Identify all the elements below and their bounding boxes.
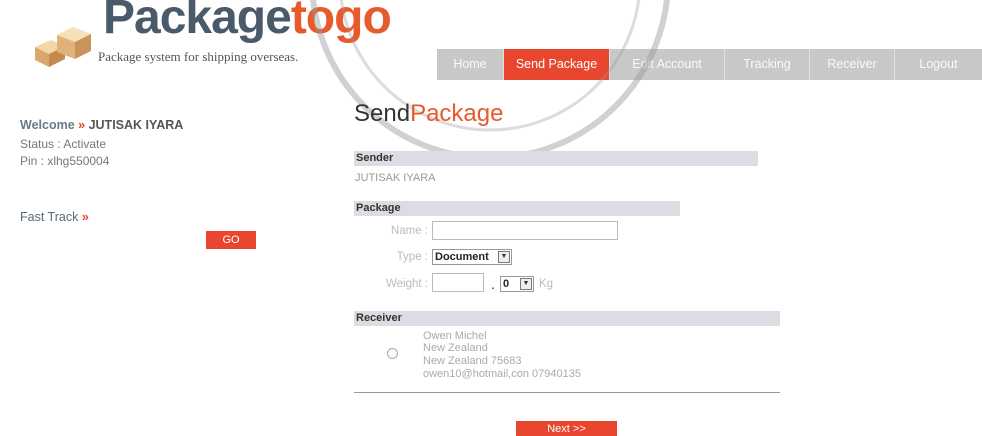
account-status: Status : Activate: [20, 137, 107, 151]
package-name-input[interactable]: [432, 221, 618, 240]
divider: [354, 392, 780, 393]
site-logo[interactable]: Packagetogo: [103, 0, 392, 44]
site-header: Packagetogo Package system for shipping …: [0, 0, 982, 92]
logo-text-main: Package: [103, 0, 292, 44]
weight-label: Weight :: [386, 278, 428, 290]
nav-tracking[interactable]: Tracking: [725, 49, 810, 80]
next-button[interactable]: Next >>: [516, 421, 617, 436]
logo-text-accent: togo: [290, 0, 392, 44]
chevron-down-icon[interactable]: ▼: [520, 278, 532, 290]
package-type-label: Type :: [396, 251, 428, 263]
receiver-section-heading: Receiver: [354, 311, 780, 326]
weight-unit: Kg: [539, 278, 554, 290]
receiver-contact: owen10@hotmail,con 07940135: [423, 368, 581, 380]
package-type-select[interactable]: Document ▼: [432, 249, 512, 265]
arrow-icon: »: [78, 118, 86, 132]
sender-section-heading: Sender: [354, 151, 758, 166]
package-section-heading: Package: [354, 201, 680, 216]
chevron-down-icon[interactable]: ▼: [498, 251, 510, 263]
sender-name: JUTISAK IYARA: [355, 172, 436, 184]
receiver-name: Owen Michel: [423, 330, 487, 342]
site-tagline: Package system for shipping overseas.: [98, 49, 299, 64]
package-type-value: Document: [435, 251, 489, 263]
account-pin: Pin : xlhg550004: [20, 154, 110, 168]
nav-send-package[interactable]: Send Package: [504, 49, 610, 80]
go-button[interactable]: GO: [206, 231, 256, 249]
arrow-icon: »: [81, 210, 89, 224]
main-nav: Home Send Package Edit Account Tracking …: [437, 49, 982, 80]
package-name-label: Name :: [390, 225, 428, 237]
fast-track-link[interactable]: Fast Track »: [20, 210, 89, 224]
nav-logout[interactable]: Logout: [895, 49, 982, 80]
weight-decimal-value: 0: [503, 278, 510, 290]
receiver-address: New Zealand 75683: [423, 355, 522, 367]
page-title-main: Send: [354, 100, 411, 127]
nav-edit-account[interactable]: Edit Account: [610, 49, 725, 80]
receiver-radio[interactable]: [387, 348, 398, 359]
page-title: SendPackage: [354, 102, 503, 126]
nav-receiver[interactable]: Receiver: [810, 49, 895, 80]
receiver-country: New Zealand: [423, 342, 488, 354]
sidebar: Welcome » JUTISAK IYARA Status : Activat…: [0, 92, 330, 436]
package-boxes-icon: [35, 27, 91, 67]
weight-decimal-select[interactable]: 0 ▼: [500, 276, 534, 292]
weight-separator: .: [491, 276, 495, 292]
user-name: JUTISAK IYARA: [88, 118, 184, 132]
fast-track-label: Fast Track: [20, 210, 79, 224]
weight-input[interactable]: [432, 273, 484, 292]
nav-home[interactable]: Home: [437, 49, 504, 80]
welcome-label: Welcome: [20, 118, 75, 132]
welcome-line: Welcome » JUTISAK IYARA: [20, 118, 183, 132]
page-title-accent: Package: [410, 100, 504, 127]
